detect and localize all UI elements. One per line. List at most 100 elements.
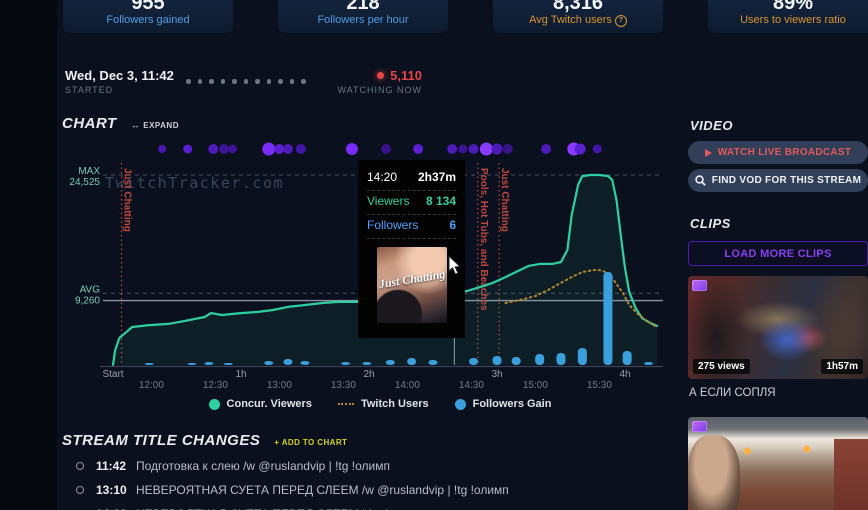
y-max-label: MAX: [78, 166, 100, 177]
clip-marker-dot[interactable]: [295, 144, 306, 154]
followers-gain-bar[interactable]: [511, 357, 521, 365]
clip-duration-badge: 1h57m: [821, 359, 863, 374]
followers-gain-bar[interactable]: [187, 363, 197, 365]
legend-swatch: [208, 398, 220, 410]
title-change-row: 13:10 НЕВЕРОЯТНАЯ СУЕТА ПЕРЕД СЛЕЕМ /w @r…: [62, 483, 622, 497]
followers-gain-bar[interactable]: [144, 363, 154, 365]
clip-marker-dot[interactable]: [227, 144, 237, 154]
x-tick-hour: 3h: [491, 369, 502, 380]
followers-gain-bar[interactable]: [577, 348, 587, 365]
followers-gain-bar[interactable]: [643, 362, 653, 365]
x-tick-hour: 1h: [235, 369, 246, 380]
clip-marker-dot[interactable]: [183, 144, 193, 154]
clip-marker-dot[interactable]: [345, 143, 358, 155]
tooltip-row-label: Viewers: [367, 194, 410, 208]
clip-marker-dot[interactable]: [208, 144, 219, 154]
title-change-time: 11:42: [96, 459, 127, 473]
load-more-clips-button[interactable]: LOAD MORE CLIPS: [688, 241, 868, 266]
clips-heading: CLIPS: [690, 216, 731, 231]
clip-marker-dot[interactable]: [468, 144, 479, 154]
clip-platform-badge: [692, 280, 707, 291]
legend-item-twitch-users[interactable]: Twitch Users: [337, 398, 429, 410]
followers-gain-bar[interactable]: [556, 353, 566, 365]
followers-gain-bar[interactable]: [385, 360, 395, 365]
clip-marker-dot[interactable]: [479, 142, 493, 156]
x-tick-hour: Start: [102, 369, 123, 380]
x-tick-hour: 2h: [363, 369, 374, 380]
legend-item-followers-gain[interactable]: Followers Gain: [454, 398, 552, 410]
clip-marker-dot[interactable]: [218, 144, 229, 154]
clip-marker-dot[interactable]: [447, 144, 458, 154]
x-tick-time: 14:00: [395, 380, 420, 391]
tooltip-elapsed: 2h37m: [417, 170, 456, 184]
y-max-value: 24,525: [69, 177, 100, 188]
y-avg-value: 9,260: [75, 295, 100, 306]
followers-gain-bar[interactable]: [283, 359, 293, 365]
clip-marker-dot[interactable]: [262, 142, 276, 156]
clip-marker-dot[interactable]: [458, 144, 468, 154]
x-tick-time: 12:30: [203, 380, 228, 391]
clip-marker-dot[interactable]: [282, 144, 293, 154]
followers-gain-bar[interactable]: [223, 363, 233, 365]
legend-item-concur-viewers[interactable]: Concur. Viewers: [208, 398, 312, 410]
boxart-title: Just Chatting: [377, 266, 446, 292]
bullet-icon: [76, 462, 84, 470]
followers-gain-bar[interactable]: [264, 361, 274, 365]
clip-views-badge: 275 views: [693, 359, 750, 374]
followers-gain-bar[interactable]: [204, 362, 214, 365]
legend-swatch: [454, 398, 466, 410]
legend-label: Followers Gain: [472, 398, 552, 410]
search-icon: [695, 175, 706, 186]
followers-gain-bar[interactable]: [341, 362, 351, 365]
stream-title-changes-section: STREAM TITLE CHANGES + ADD TO CHART 11:4…: [62, 432, 622, 510]
x-tick-time: 14:30: [459, 380, 484, 391]
title-change-time: 13:10: [96, 483, 127, 497]
tooltip-row-value: 6: [449, 218, 456, 232]
legend-label: Concur. Viewers: [226, 398, 312, 410]
followers-gain-bar[interactable]: [362, 362, 372, 365]
clip-marker-dot[interactable]: [592, 144, 602, 154]
find-vod-button[interactable]: FIND VOD FOR THIS STREAM: [688, 169, 868, 192]
clip-thumbnail-1[interactable]: 275 views 1h57m: [688, 276, 868, 379]
game-marker-label: Just Chatting: [499, 168, 510, 232]
sidebar: VIDEO WATCH LIVE BROADCAST FIND VOD FOR …: [688, 118, 868, 510]
tooltip-row-label: Followers: [367, 218, 419, 232]
title-change-row: 11:42 Подготовка к слею /w @ruslandvip | …: [62, 459, 622, 473]
legend-swatch: [337, 403, 354, 405]
x-tick-time: 15:00: [523, 380, 548, 391]
followers-gain-bar[interactable]: [603, 272, 613, 365]
play-icon: [704, 148, 712, 157]
mouse-cursor: [448, 255, 462, 275]
bullet-icon: [76, 486, 84, 494]
x-tick-time: 13:00: [267, 380, 292, 391]
y-avg-label: AVG: [80, 284, 101, 295]
clip-platform-badge: [692, 421, 707, 432]
clip-thumbnail-2[interactable]: [688, 417, 868, 510]
chart-legend: Concur. Viewers Twitch Users Followers Gai…: [100, 398, 660, 410]
x-tick-time: 12:00: [139, 380, 164, 391]
clip-marker-dot[interactable]: [158, 145, 167, 153]
tooltip-time: 14:20: [367, 170, 398, 184]
followers-gain-bar[interactable]: [428, 360, 438, 365]
x-tick-hour: 4h: [619, 369, 630, 380]
clip-marker-dot[interactable]: [502, 144, 513, 154]
followers-gain-bar[interactable]: [300, 361, 310, 365]
followers-gain-bar[interactable]: [622, 351, 632, 365]
game-boxart-just-chatting: Just Chatting: [376, 247, 447, 323]
clip-marker-dot[interactable]: [541, 144, 552, 154]
clip-marker-dot[interactable]: [574, 143, 586, 155]
clip-marker-dot[interactable]: [274, 144, 285, 154]
title-change-text: НЕВЕРОЯТНАЯ СУЕТА ПЕРЕД СЛЕЕМ /w @ruslan…: [136, 483, 509, 497]
watch-live-broadcast-button[interactable]: WATCH LIVE BROADCAST: [688, 141, 868, 164]
add-to-chart-button[interactable]: + ADD TO CHART: [274, 438, 347, 447]
followers-gain-bar[interactable]: [492, 356, 502, 365]
clip-marker-dot[interactable]: [491, 143, 503, 155]
followers-gain-bar[interactable]: [469, 358, 479, 365]
followers-gain-bar[interactable]: [407, 358, 417, 365]
clip-caption: А ЕСЛИ СОПЛЯ: [689, 387, 776, 399]
followers-gain-bar[interactable]: [535, 354, 545, 365]
clip-marker-dot[interactable]: [381, 144, 392, 154]
tooltip-row: Viewers 8 134: [367, 191, 456, 215]
tooltip-row: Followers 6: [367, 215, 456, 239]
clip-marker-dot[interactable]: [413, 144, 424, 154]
